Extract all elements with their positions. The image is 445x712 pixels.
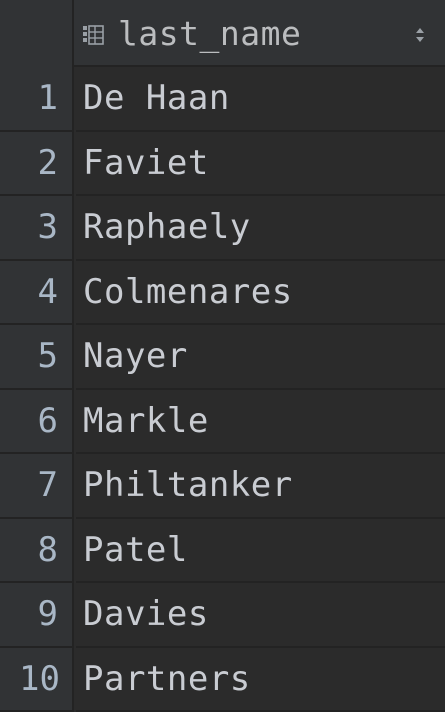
row-number[interactable]: 5 <box>0 325 74 390</box>
table-row[interactable]: 9 Davies <box>0 583 445 648</box>
row-number[interactable]: 3 <box>0 196 74 261</box>
table-row[interactable]: 4 Colmenares <box>0 260 445 325</box>
column-title: last_name <box>118 14 302 53</box>
cell-last-name[interactable]: Philtanker <box>76 454 445 519</box>
cell-last-name[interactable]: Colmenares <box>76 260 445 325</box>
table-row[interactable]: 8 Patel <box>0 518 445 583</box>
table-row[interactable]: 3 Raphaely <box>0 196 445 261</box>
cell-last-name[interactable]: Davies <box>76 583 445 648</box>
row-number[interactable]: 8 <box>0 518 74 583</box>
row-number[interactable]: 6 <box>0 389 74 454</box>
row-number[interactable]: 7 <box>0 454 74 519</box>
row-number[interactable]: 2 <box>0 131 74 196</box>
column-header-last-name[interactable]: last_name <box>76 0 445 67</box>
row-number[interactable]: 10 <box>0 647 74 712</box>
row-number[interactable]: 4 <box>0 260 74 325</box>
table-row[interactable]: 5 Nayer <box>0 325 445 390</box>
table-row[interactable]: 7 Philtanker <box>0 454 445 519</box>
cell-last-name[interactable]: De Haan <box>76 67 445 132</box>
cell-last-name[interactable]: Faviet <box>76 131 445 196</box>
cell-last-name[interactable]: Raphaely <box>76 196 445 261</box>
table-row[interactable]: 2 Faviet <box>0 131 445 196</box>
table-row[interactable]: 10 Partners <box>0 647 445 712</box>
table-row[interactable]: 1 De Haan <box>0 67 445 132</box>
row-number-header[interactable] <box>0 0 74 67</box>
cell-last-name[interactable]: Patel <box>76 518 445 583</box>
cell-last-name[interactable]: Nayer <box>76 325 445 390</box>
table-row[interactable]: 6 Markle <box>0 389 445 454</box>
row-number[interactable]: 9 <box>0 583 74 648</box>
grid-body: 1 De Haan 2 Faviet 3 Raphaely 4 Colmenares 5 Naye… <box>0 67 445 712</box>
row-number[interactable]: 1 <box>0 67 74 132</box>
cell-last-name[interactable]: Markle <box>76 389 445 454</box>
grid-header: last_name <box>0 0 445 67</box>
column-table-icon <box>83 25 104 45</box>
results-grid: last_name 1 De Haan 2 Faviet 3 Raphaely 4 Colme… <box>0 0 445 712</box>
cell-last-name[interactable]: Partners <box>76 647 445 712</box>
sort-updown-icon[interactable] <box>415 26 425 44</box>
